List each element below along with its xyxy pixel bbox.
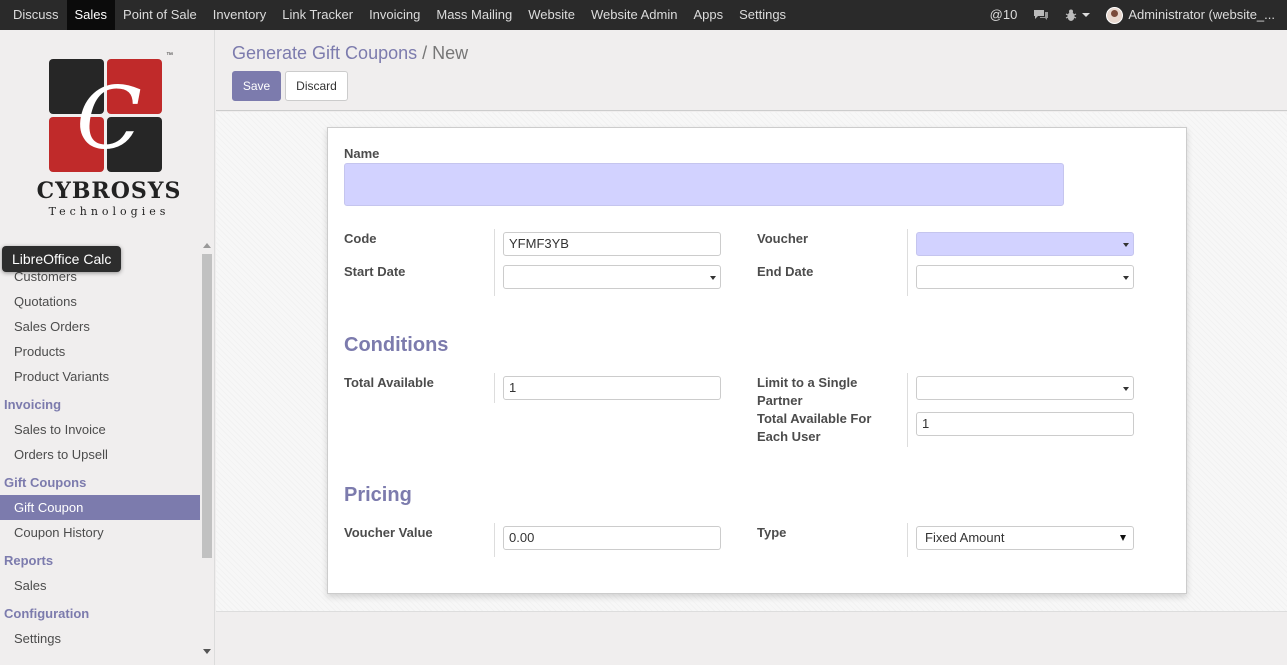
chevron-down-icon xyxy=(1123,243,1129,247)
chevron-down-icon xyxy=(1120,535,1126,541)
type-label: Type xyxy=(757,525,787,540)
sidebar-item-coupon-history[interactable]: Coupon History xyxy=(0,520,200,545)
code-field[interactable]: YFMF3YB xyxy=(503,232,721,256)
menu-point-of-sale[interactable]: Point of Sale xyxy=(115,0,205,30)
divider xyxy=(494,523,495,557)
sidebar-section-reports: Reports xyxy=(4,553,54,568)
conditions-heading: Conditions xyxy=(344,334,449,356)
sidebar-item-sales-orders[interactable]: Sales Orders xyxy=(0,314,200,339)
breadcrumb-parent[interactable]: Generate Gift Coupons xyxy=(232,43,417,63)
code-label: Code xyxy=(344,231,377,246)
sidebar-item-sales-to-invoice[interactable]: Sales to Invoice xyxy=(0,417,200,442)
end-date-field[interactable] xyxy=(916,265,1134,289)
sidebar-item-gift-coupon[interactable]: Gift Coupon xyxy=(0,495,200,520)
form-sheet: Name Code YFMF3YB Voucher Start Date End… xyxy=(327,127,1187,594)
breadcrumb-separator: / xyxy=(417,43,433,63)
limit-partner-select[interactable] xyxy=(916,376,1134,400)
menu-website-admin[interactable]: Website Admin xyxy=(583,0,685,30)
app-tooltip: LibreOffice Calc xyxy=(2,246,122,272)
control-panel: Generate Gift Coupons / New Save Discard xyxy=(216,30,1287,111)
sidebar: C ™ CYBROSYS Technologies Dashboard Cust… xyxy=(0,30,215,665)
chevron-down-icon xyxy=(710,276,716,280)
total-available-label: Total Available xyxy=(344,375,434,390)
breadcrumb: Generate Gift Coupons / New xyxy=(232,43,468,64)
sidebar-item-reports-sales[interactable]: Sales xyxy=(0,573,200,598)
chat-icon[interactable] xyxy=(1025,0,1057,30)
save-button[interactable]: Save xyxy=(232,71,281,101)
logo-subtitle: Technologies xyxy=(48,205,170,218)
sidebar-section-invoicing: Invoicing xyxy=(4,397,62,412)
avatar xyxy=(1106,6,1124,24)
mentions-counter[interactable]: @10 xyxy=(982,0,1026,30)
logo-brand: CYBROSYS xyxy=(36,178,182,204)
sidebar-item-orders-to-upsell[interactable]: Orders to Upsell xyxy=(0,442,200,467)
breadcrumb-current: New xyxy=(432,43,469,63)
sidebar-item-settings[interactable]: Settings xyxy=(0,626,200,651)
menu-settings[interactable]: Settings xyxy=(731,0,794,30)
divider xyxy=(907,373,908,447)
sidebar-section-configuration: Configuration xyxy=(4,606,90,621)
voucher-value-field[interactable]: 0.00 xyxy=(503,526,721,550)
menu-discuss[interactable]: Discuss xyxy=(0,0,67,30)
divider xyxy=(494,373,495,403)
user-menu[interactable]: Administrator (website_... xyxy=(1098,0,1287,30)
voucher-select[interactable] xyxy=(916,232,1134,256)
menu-inventory[interactable]: Inventory xyxy=(205,0,274,30)
total-each-user-label: Total Available For Each User xyxy=(757,411,872,444)
footer-area xyxy=(216,612,1287,665)
trademark-symbol: ™ xyxy=(166,52,173,59)
divider xyxy=(907,229,908,296)
start-date-field[interactable] xyxy=(503,265,721,289)
pricing-heading: Pricing xyxy=(344,484,412,506)
name-field[interactable] xyxy=(344,163,1064,206)
menu-link-tracker[interactable]: Link Tracker xyxy=(274,0,361,30)
chevron-down-icon xyxy=(1082,13,1091,17)
user-name: Administrator (website_... xyxy=(1128,7,1275,22)
type-select-value: Fixed Amount xyxy=(925,530,1005,545)
start-date-label: Start Date xyxy=(344,264,406,279)
menu-apps[interactable]: Apps xyxy=(685,0,731,30)
voucher-value-label: Voucher Value xyxy=(344,525,433,540)
type-select[interactable]: Fixed Amount xyxy=(916,526,1134,550)
sidebar-item-products[interactable]: Products xyxy=(0,339,200,364)
main-content: Generate Gift Coupons / New Save Discard… xyxy=(216,30,1287,665)
scroll-up-icon[interactable] xyxy=(203,243,211,248)
menu-mass-mailing[interactable]: Mass Mailing xyxy=(428,0,520,30)
voucher-label: Voucher xyxy=(757,231,809,246)
chevron-down-icon xyxy=(1123,276,1129,280)
sidebar-item-quotations[interactable]: Quotations xyxy=(0,289,200,314)
sidebar-scrollbar-thumb[interactable] xyxy=(202,254,212,558)
total-each-user-field[interactable]: 1 xyxy=(916,412,1134,436)
discard-button[interactable]: Discard xyxy=(285,71,348,101)
name-label: Name xyxy=(344,146,380,161)
divider xyxy=(494,229,495,296)
scroll-down-icon[interactable] xyxy=(203,649,211,654)
divider xyxy=(907,523,908,557)
menu-sales[interactable]: Sales xyxy=(66,0,116,30)
sidebar-nav: Dashboard Customers Quotations Sales Ord… xyxy=(0,240,200,651)
total-available-field[interactable]: 1 xyxy=(503,376,721,400)
sidebar-section-gift-coupons: Gift Coupons xyxy=(4,475,87,490)
menu-website[interactable]: Website xyxy=(520,0,583,30)
chevron-down-icon xyxy=(1123,387,1129,391)
systray: @10 Administrator (website_... xyxy=(982,0,1287,30)
end-date-label: End Date xyxy=(757,264,814,279)
limit-partner-label: Limit to a Single Partner xyxy=(757,375,858,408)
debug-bug-icon[interactable] xyxy=(1057,0,1098,30)
sidebar-item-product-variants[interactable]: Product Variants xyxy=(0,364,200,389)
company-logo: C ™ CYBROSYS Technologies xyxy=(34,52,184,252)
app-menu: Discuss Sales Point of Sale Inventory Li… xyxy=(0,0,794,30)
menu-invoicing[interactable]: Invoicing xyxy=(361,0,428,30)
top-navbar: Discuss Sales Point of Sale Inventory Li… xyxy=(0,0,1287,30)
